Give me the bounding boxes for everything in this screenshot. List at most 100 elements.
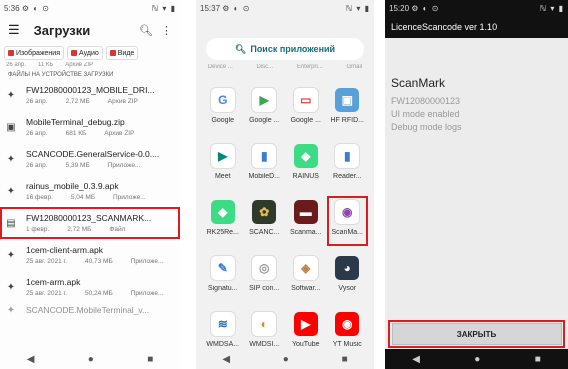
app-launcher-item[interactable]: ▮ MobileD...	[244, 140, 286, 190]
file-name: MobileTerminal_debug.zip	[26, 117, 125, 127]
file-row-partial[interactable]: ✦ SCANCODE.MobileTerminal_v...	[0, 303, 180, 317]
file-row[interactable]: ✦ 1cem-arm.apk 25 авг. 2021 г. 50,24 МБ Пр…	[0, 271, 180, 303]
app-bar: ☰ Загрузки 🔍︎ ⋮	[0, 16, 180, 44]
close-button-highlight: ЗАКРЫТЬ	[388, 320, 565, 348]
file-row[interactable]: ✦ rainus_mobile_0.3.9.apk 16 февр. 5,04 М…	[0, 175, 180, 207]
app-icon: ▮	[252, 144, 277, 168]
app-search-bar[interactable]: 🔍︎ Поиск приложений	[206, 38, 364, 60]
search-icon[interactable]: 🔍︎	[139, 24, 153, 37]
app-launcher-item[interactable]: ◕ Vysor	[327, 252, 369, 302]
app-launcher-item[interactable]: ✿ SCANC...	[244, 196, 286, 246]
app-label: SCANC...	[249, 229, 280, 236]
app-icon: ◎	[252, 256, 277, 280]
app-icon: ▶	[252, 88, 277, 112]
app-label: ScanMa...	[331, 229, 363, 236]
app-label: RAINUS	[292, 173, 319, 180]
app-icon: ▬	[293, 200, 318, 224]
status-right-icons: ℕ ▾ ▮	[151, 3, 176, 13]
app-label: HF RFID...	[330, 117, 364, 124]
file-row-highlighted[interactable]: ▤ FW12080000123_SCANMARK... 1 февр. 2,72 …	[0, 207, 180, 239]
chip-video[interactable]: Виде	[105, 46, 139, 60]
app-launcher-item[interactable]: ▶ Google ...	[244, 84, 286, 134]
file-row[interactable]: ✦ 1cem-client-arm.apk 25 авг. 2021 г. 40,…	[0, 239, 180, 271]
recents-icon[interactable]: ■	[535, 354, 541, 365]
app-label: WMDSA...	[206, 341, 240, 348]
partial-row-top: 26 апр. 11 КБ Архив ZIP	[6, 62, 94, 68]
page-title: Загрузки	[33, 22, 91, 38]
app-launcher-item[interactable]: ▣ HF RFID...	[327, 84, 369, 134]
file-name: 1cem-client-arm.apk	[26, 245, 103, 255]
app-label: Google ...	[290, 117, 321, 124]
app-launcher-item[interactable]: ◈ Softwar...	[285, 252, 327, 302]
app-label: Softwar...	[291, 285, 321, 292]
app-label: Vysor	[338, 285, 357, 292]
file-name: rainus_mobile_0.3.9.apk	[26, 181, 119, 191]
recents-icon[interactable]: ■	[342, 354, 348, 365]
app-launcher-item[interactable]: ▶ Meet	[202, 140, 244, 190]
app-launcher-item[interactable]: ◆ RAINUS	[285, 140, 327, 190]
file-name: 1cem-arm.apk	[26, 277, 81, 287]
recents-icon[interactable]: ■	[147, 354, 153, 365]
file-row[interactable]: ✦ SCANCODE.GeneralService-0.0.... 26 апр…	[0, 143, 180, 175]
status-bar: 15:20 ⚙ ◐ ⊙ ℕ ▾ ▮	[385, 0, 568, 16]
app-launcher-item[interactable]: ◆ RK25Re...	[202, 196, 244, 246]
back-icon[interactable]: ◀	[412, 354, 420, 365]
app-launcher-item[interactable]: ▬ Scanma...	[285, 196, 327, 246]
app-icon: ◆	[210, 200, 235, 224]
app-label: Reader...	[333, 173, 362, 180]
android-icon: ✦	[6, 89, 16, 101]
file-row[interactable]: ✦ FW12080000123_MOBILE_DRI... 26 апр. 2,7…	[0, 79, 180, 111]
app-launcher-item[interactable]: ▮ Reader...	[327, 140, 369, 190]
app-launcher-item[interactable]: ▭ Google ...	[285, 84, 327, 134]
back-icon[interactable]: ◀	[222, 354, 230, 365]
back-icon[interactable]: ◀	[27, 354, 35, 365]
more-icon[interactable]: ⋮	[161, 24, 172, 37]
app-icon: G	[210, 88, 235, 112]
android-icon: ✦	[6, 249, 16, 261]
chip-audio[interactable]: Аудио	[67, 46, 103, 60]
nav-bar: ◀ ● ■	[0, 349, 180, 369]
search-icon: 🔍︎	[234, 43, 247, 54]
app-label: Google	[211, 117, 235, 124]
section-header: Файлы на устройстве Загрузки	[8, 72, 114, 78]
app-launcher-item[interactable]: ✎ Signatu...	[202, 252, 244, 302]
android-icon: ✦	[6, 281, 16, 293]
app-label: YT Music	[332, 341, 362, 348]
android-icon: ✦	[6, 185, 16, 197]
app-label: SIP con...	[249, 285, 280, 292]
file-name: FW12080000123_MOBILE_DRI...	[26, 85, 155, 95]
home-icon[interactable]: ●	[474, 354, 480, 365]
app-icon: ◕	[335, 256, 360, 280]
menu-icon[interactable]: ☰	[8, 22, 20, 38]
android-icon: ✦	[6, 153, 16, 165]
debug-mode-status: Debug mode logs	[391, 122, 462, 132]
phone-app-drawer: 15:37 ⚙ ◐ ⊙ ℕ ▾ ▮ 🔍︎ Поиск приложений De…	[196, 0, 374, 369]
home-icon[interactable]: ●	[88, 354, 94, 365]
android-icon: ✦	[6, 304, 16, 316]
status-right-icons: ℕ ▾ ▮	[345, 3, 370, 13]
app-label: YouTube	[291, 341, 320, 348]
app-label: MobileD...	[248, 173, 280, 180]
phone-downloads: 5:36 ⚙ ◐ ⊙ ℕ ▾ ▮ ☰ Загрузки 🔍︎ ⋮ Изображ…	[0, 0, 180, 369]
app-label: RK25Re...	[206, 229, 239, 236]
file-row[interactable]: ▣ MobileTerminal_debug.zip 26 апр. 681 КБ…	[0, 111, 180, 143]
status-time: 15:20	[389, 3, 410, 13]
search-placeholder: Поиск приложений	[250, 44, 336, 54]
app-title-bar: LicenceScancode ver 1.10	[385, 16, 568, 38]
app-label: Signatu...	[207, 285, 238, 292]
file-name: SCANCODE.MobileTerminal_v...	[26, 305, 150, 315]
app-launcher-item[interactable]: ◉ ScanMa...	[326, 196, 368, 246]
home-icon[interactable]: ●	[283, 354, 289, 365]
zip-icon: ▣	[6, 121, 16, 133]
app-label: Meet	[214, 173, 231, 180]
status-icons: ⚙ ◐ ⊙	[411, 3, 440, 13]
app-launcher-item[interactable]: ◎ SIP con...	[244, 252, 286, 302]
cut-labels-row: Device ... Disc... Enterpri... Gmail	[207, 64, 363, 70]
app-launcher-item[interactable]: G Google	[202, 84, 244, 134]
close-button[interactable]: ЗАКРЫТЬ	[391, 323, 562, 345]
video-icon	[109, 50, 116, 56]
app-icon: ▶	[210, 144, 235, 168]
filter-chips: Изображения Аудио Виде	[0, 44, 180, 62]
chip-images[interactable]: Изображения	[4, 46, 64, 60]
status-right-icons: ℕ ▾ ▮	[539, 3, 564, 13]
